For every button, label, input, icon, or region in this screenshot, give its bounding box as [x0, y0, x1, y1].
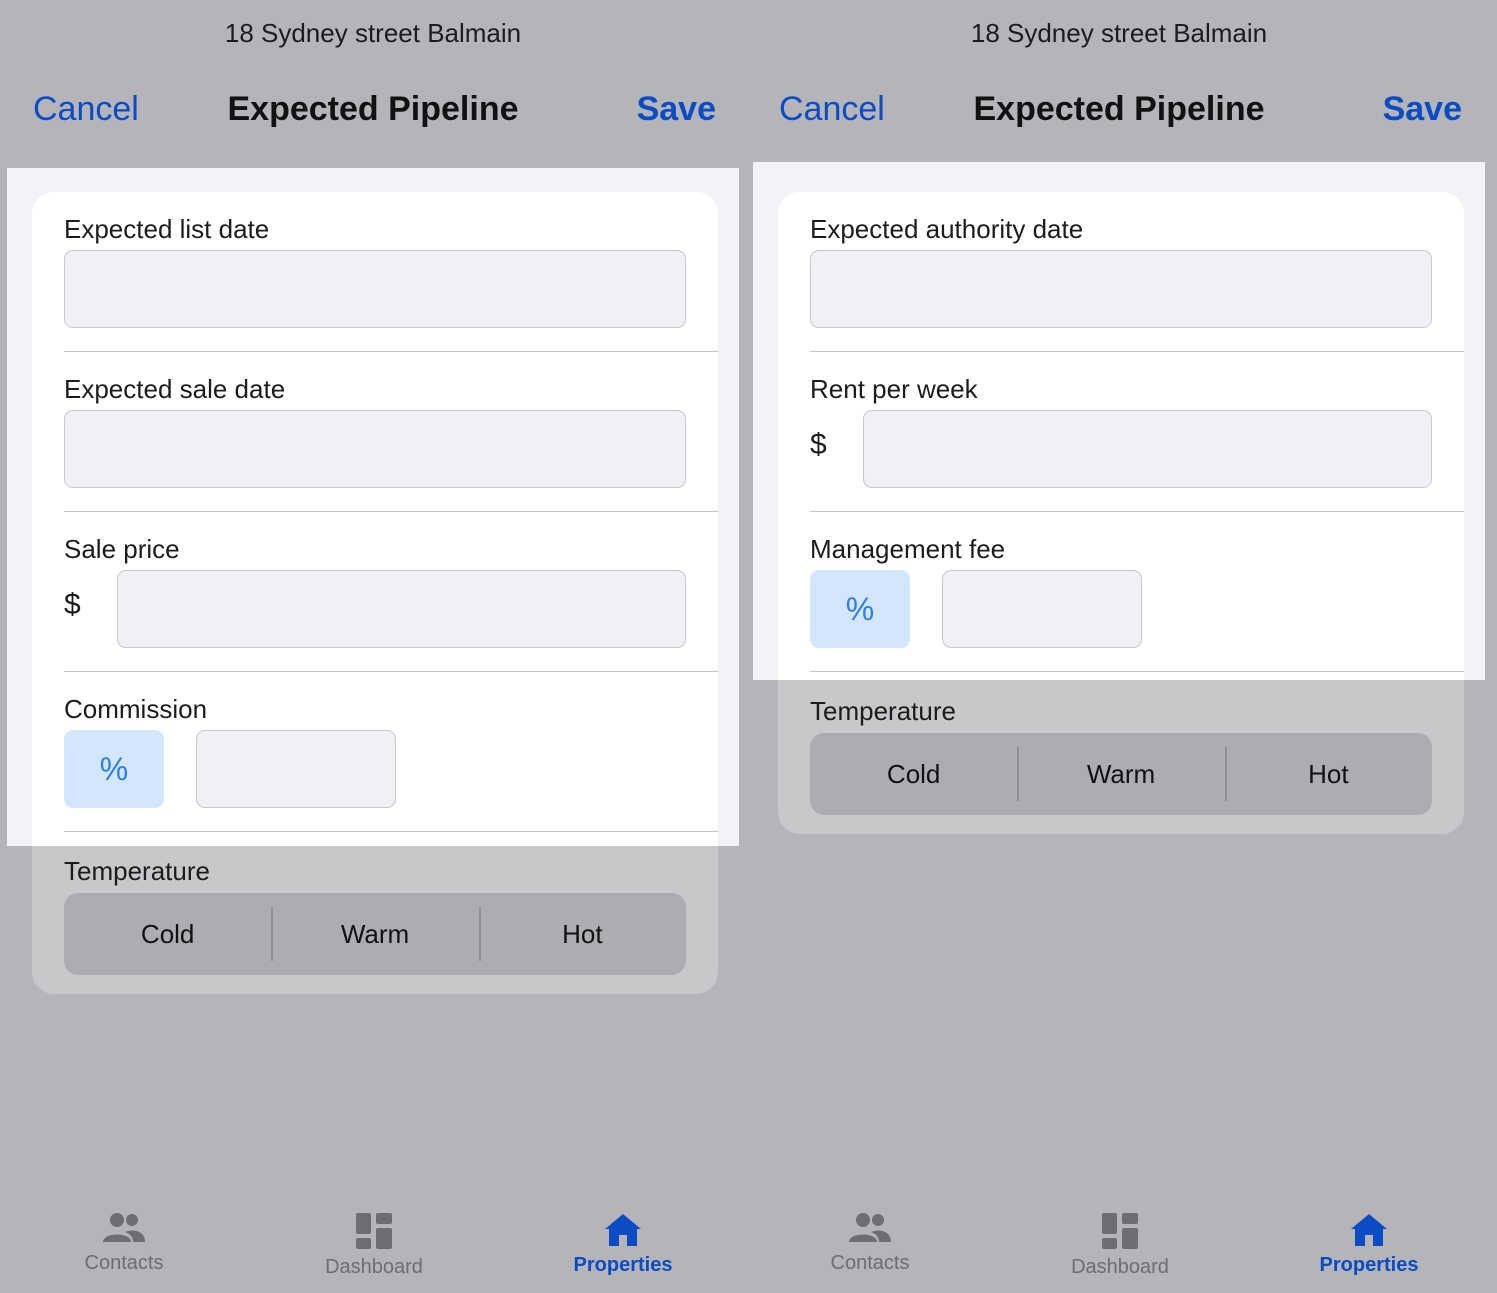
form-card: Expected authority date Rent per week $ … [778, 192, 1464, 680]
property-address: 18 Sydney street Balmain [970, 18, 1268, 48]
tab-dashboard[interactable]: Dashboard [274, 1212, 474, 1279]
sale-price-field: Sale price $ [64, 512, 718, 672]
tab-contacts[interactable]: Contacts [770, 1212, 970, 1275]
tab-label: Dashboard [325, 1256, 423, 1278]
cancel-button[interactable]: Cancel [33, 90, 139, 129]
segment-warm[interactable]: Warm [1017, 733, 1224, 815]
commission-input[interactable] [196, 730, 396, 808]
cancel-button[interactable]: Cancel [779, 90, 885, 129]
home-icon [1351, 1214, 1387, 1246]
management-fee-field: Management fee % [810, 512, 1464, 672]
management-fee-input[interactable] [942, 570, 1142, 648]
save-button[interactable]: Save [637, 90, 716, 129]
contacts-icon [103, 1213, 145, 1242]
form-card: Expected list date Expected sale date Sa… [32, 192, 718, 846]
commission-field: Commission % [64, 672, 718, 832]
highlighted-fields-panel: Expected list date Expected sale date Sa… [7, 168, 739, 846]
contacts-icon [849, 1213, 891, 1242]
field-label: Rent per week [810, 374, 978, 404]
tab-label: Dashboard [1071, 1256, 1169, 1278]
expected-list-date-field: Expected list date [64, 192, 718, 352]
field-label: Commission [64, 694, 208, 724]
segment-hot[interactable]: Hot [478, 893, 686, 975]
expected-sale-date-input[interactable] [64, 410, 686, 488]
expected-sale-date-field: Expected sale date [64, 352, 718, 512]
segment-hot[interactable]: Hot [1224, 733, 1432, 815]
sale-price-input[interactable] [117, 570, 686, 648]
divider [810, 671, 1464, 672]
field-label: Management fee [810, 534, 1006, 564]
tab-label: Contacts [84, 1252, 164, 1274]
expected-authority-date-input[interactable] [810, 250, 1432, 328]
dashboard-icon [1102, 1213, 1138, 1249]
rent-per-week-field: Rent per week $ [810, 352, 1464, 512]
screen-left: 18 Sydney street Balmain Cancel Expected… [0, 0, 746, 1293]
property-address: 18 Sydney street Balmain [224, 18, 522, 48]
field-label: Expected authority date [810, 214, 1084, 244]
field-label: Expected sale date [64, 374, 286, 404]
expected-list-date-input[interactable] [64, 250, 686, 328]
segment-warm[interactable]: Warm [271, 893, 478, 975]
percent-toggle-button[interactable]: % [64, 730, 164, 808]
segment-cold[interactable]: Cold [810, 733, 1017, 815]
tab-label: Contacts [830, 1252, 910, 1274]
divider [64, 831, 718, 832]
save-button[interactable]: Save [1383, 90, 1462, 129]
temperature-label: Temperature [64, 856, 210, 886]
temperature-segmented-control: Cold Warm Hot [64, 893, 686, 975]
tab-label: Properties [1319, 1254, 1419, 1276]
expected-authority-date-field: Expected authority date [810, 192, 1464, 352]
tab-properties[interactable]: Properties [523, 1212, 723, 1277]
field-label: Sale price [64, 534, 180, 564]
tab-dashboard[interactable]: Dashboard [1020, 1212, 1220, 1279]
segment-cold[interactable]: Cold [64, 893, 271, 975]
temperature-segmented-control: Cold Warm Hot [810, 733, 1432, 815]
field-label: Expected list date [64, 214, 270, 244]
tab-label: Properties [573, 1254, 673, 1276]
rent-per-week-input[interactable] [863, 410, 1432, 488]
highlighted-fields-panel: Expected authority date Rent per week $ … [753, 162, 1485, 680]
temperature-label: Temperature [810, 696, 956, 726]
screen-right: 18 Sydney street Balmain Cancel Expected… [746, 0, 1492, 1293]
home-icon [605, 1214, 641, 1246]
tab-properties[interactable]: Properties [1269, 1212, 1469, 1277]
tab-contacts[interactable]: Contacts [24, 1212, 224, 1275]
currency-symbol: $ [810, 428, 827, 461]
dashboard-icon [356, 1213, 392, 1249]
percent-toggle-button[interactable]: % [810, 570, 910, 648]
currency-symbol: $ [64, 588, 81, 621]
